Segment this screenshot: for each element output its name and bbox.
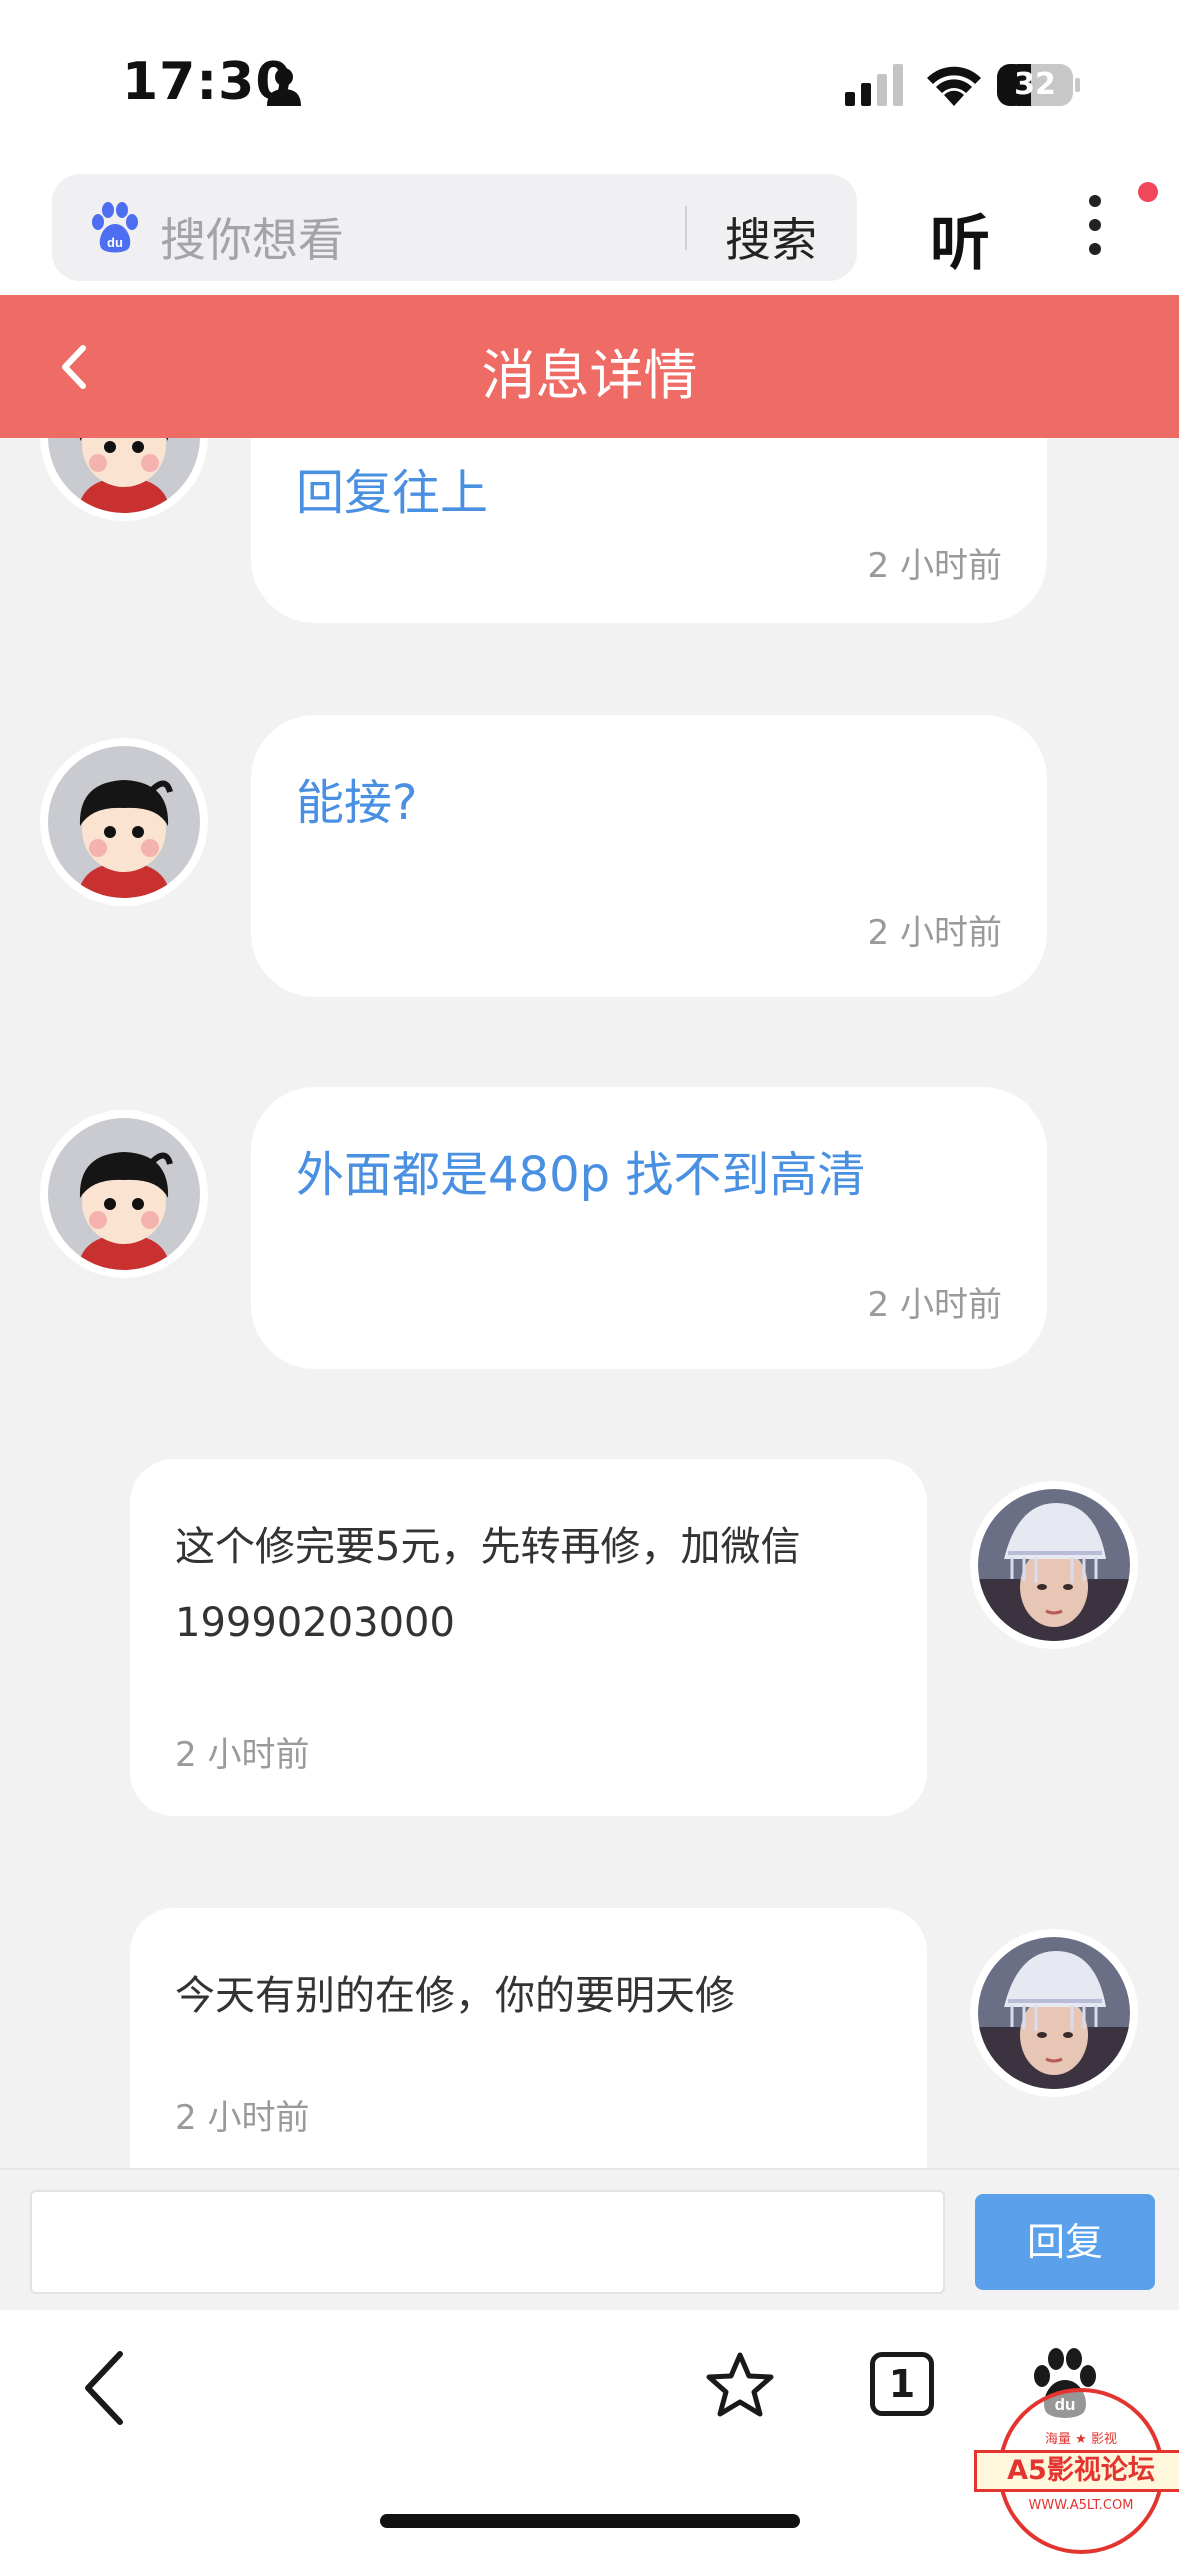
search-divider xyxy=(685,206,687,250)
user-avatar-icon xyxy=(48,746,200,898)
listen-button[interactable]: 听 xyxy=(930,195,990,282)
status-bar: 17:30 32 xyxy=(0,0,1179,165)
more-dot xyxy=(1089,219,1101,231)
battery-icon: 32 xyxy=(997,64,1081,106)
message-time: 2 小时前 xyxy=(867,546,1002,586)
back-icon[interactable] xyxy=(80,2348,130,2428)
svg-text:du: du xyxy=(107,235,123,250)
chat-area[interactable]: 回复往上 2 小时前 能接? 2 小时前 外面都是480p 找不到高清 2 小时… xyxy=(0,438,1179,2168)
message-time: 2 小时前 xyxy=(175,2098,310,2138)
more-icon[interactable] xyxy=(1080,195,1110,285)
message-time: 2 小时前 xyxy=(175,1735,310,1775)
wifi-icon xyxy=(927,66,981,106)
search-box[interactable]: du 搜你想看 搜索 xyxy=(52,174,857,281)
search-header: du 搜你想看 搜索 听 xyxy=(0,165,1179,295)
tabs-icon[interactable]: 1 xyxy=(870,2352,934,2416)
message-bubble: 外面都是480p 找不到高清 2 小时前 xyxy=(251,1087,1047,1369)
message-time: 2 小时前 xyxy=(867,1285,1002,1325)
message-bubble: 能接? 2 小时前 xyxy=(251,715,1047,997)
avatar[interactable] xyxy=(970,1929,1138,2097)
user-avatar-icon xyxy=(48,1118,200,1270)
person-icon xyxy=(267,68,301,106)
battery-level: 32 xyxy=(1014,67,1056,102)
message-text: 回复往上 xyxy=(296,465,489,521)
reply-bar: 回复 xyxy=(0,2168,1179,2310)
title-bar: 消息详情 xyxy=(0,295,1179,438)
signal-icon xyxy=(845,64,903,106)
search-button[interactable]: 搜索 xyxy=(725,204,817,270)
user-avatar-icon xyxy=(48,438,200,513)
message-bubble: 回复往上 2 小时前 xyxy=(251,438,1047,623)
home-indicator[interactable] xyxy=(380,2514,800,2528)
notification-dot xyxy=(1138,182,1158,202)
page-title: 消息详情 xyxy=(481,344,698,407)
stamp-label: A5影视论坛 xyxy=(974,2450,1179,2492)
message-bubble: 这个修完要5元，先转再修，加微信19990203000 2 小时前 xyxy=(130,1459,927,1816)
stamp-url: WWW.A5LT.COM xyxy=(1028,2498,1134,2513)
avatar[interactable] xyxy=(970,1481,1138,1649)
search-input[interactable]: 搜你想看 xyxy=(160,204,344,270)
stamp-top-text: 海量 ★ 影视 xyxy=(1045,2432,1117,2447)
avatar[interactable] xyxy=(40,1110,208,1278)
girl-avatar-icon xyxy=(978,1489,1130,1641)
message-text: 这个修完要5元，先转再修，加微信19990203000 xyxy=(175,1524,801,1646)
message-time: 2 小时前 xyxy=(867,913,1002,953)
star-icon[interactable] xyxy=(705,2350,775,2420)
baidu-paw-icon: du xyxy=(92,202,138,253)
message-text: 今天有别的在修，你的要明天修 xyxy=(175,1973,735,2019)
reply-button[interactable]: 回复 xyxy=(975,2194,1155,2290)
watermark-stamp: 海量 ★ 影视 A5影视论坛 WWW.A5LT.COM xyxy=(974,2388,1179,2556)
more-dot xyxy=(1089,195,1101,207)
message-bubble: 今天有别的在修，你的要明天修 2 小时前 xyxy=(130,1908,927,2168)
message-text: 能接? xyxy=(296,775,418,831)
reply-input[interactable] xyxy=(30,2190,945,2294)
message-text: 外面都是480p 找不到高清 xyxy=(296,1147,866,1203)
more-dot xyxy=(1089,243,1101,255)
avatar[interactable] xyxy=(40,738,208,906)
avatar[interactable] xyxy=(40,438,208,521)
girl-avatar-icon xyxy=(978,1937,1130,2089)
